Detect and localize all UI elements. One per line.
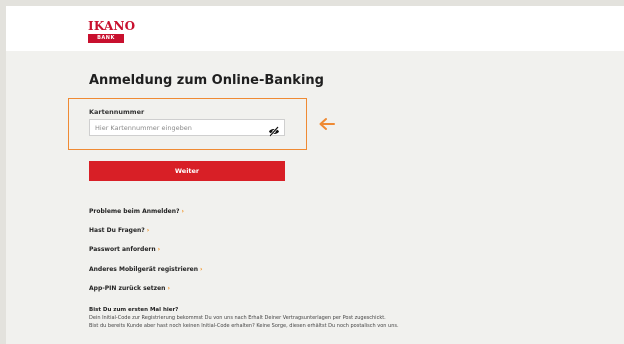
- link-label: App-PIN zurück setzen: [89, 285, 166, 292]
- link-label: Probleme beim Anmelden?: [89, 208, 180, 215]
- link-label: Passwort anfordern: [89, 246, 156, 253]
- first-visit-text-line: Dein Initial-Code zur Registrierung beko…: [89, 315, 386, 321]
- chevron-right-icon: ›: [146, 227, 150, 234]
- first-visit-heading: Bist Du zum ersten Mal hier?: [89, 307, 179, 313]
- card-number-input[interactable]: [89, 119, 285, 136]
- link-request-password[interactable]: Passwort anfordern ›: [89, 246, 160, 253]
- chevron-right-icon: ›: [181, 208, 184, 215]
- card-number-label: Kartennummer: [89, 108, 145, 116]
- chevron-right-icon: ›: [200, 266, 203, 273]
- site-header: IKANO BANK: [6, 6, 624, 51]
- link-login-problems[interactable]: Probleme beim Anmelden? ›: [89, 208, 184, 215]
- link-label: Hast Du Fragen?: [89, 227, 145, 234]
- link-label: Anderes Mobilgerät registrieren: [89, 266, 199, 273]
- weiter-button[interactable]: Weiter: [89, 161, 285, 181]
- page-title: Anmeldung zum Online-Banking: [89, 73, 324, 88]
- link-register-device[interactable]: Anderes Mobilgerät registrieren ›: [89, 266, 203, 273]
- chevron-right-icon: ›: [167, 285, 170, 292]
- main-content: [6, 51, 624, 344]
- chevron-right-icon: ›: [157, 246, 161, 253]
- browser-viewport: IKANO BANK Anmeldung zum Online-Banking …: [0, 0, 624, 344]
- logo-subtitle-bar: BANK: [88, 34, 124, 43]
- ikano-bank-logo[interactable]: IKANO BANK: [88, 19, 136, 44]
- eye-slash-icon[interactable]: [268, 122, 280, 137]
- logo-wordmark: IKANO: [88, 19, 136, 33]
- link-questions[interactable]: Hast Du Fragen? ›: [89, 227, 149, 234]
- link-reset-app-pin[interactable]: App-PIN zurück setzen ›: [89, 285, 170, 292]
- first-visit-text-line: Bist du bereits Kunde aber hast noch kei…: [89, 323, 399, 329]
- arrow-left-icon: [318, 116, 335, 130]
